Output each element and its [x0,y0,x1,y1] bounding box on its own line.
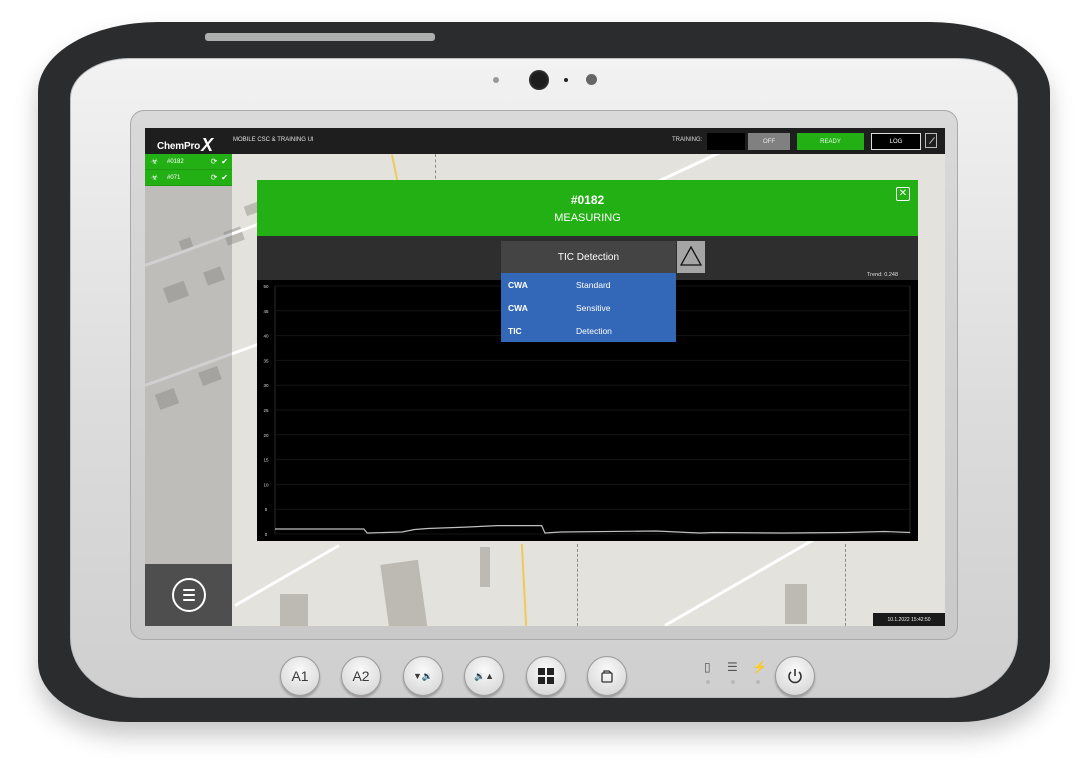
map-main-road [520,544,528,626]
rotation-lock-icon[interactable] [587,656,627,696]
sidebar [145,154,232,626]
menu-panel [145,564,232,626]
option-type: TIC [508,325,522,336]
mode-dropdown: CWA Standard CWA Sensitive TIC Detection [501,273,676,342]
y-tick-label: 25 [263,408,269,413]
power-icon[interactable] [775,656,815,696]
volume-down-icon[interactable]: ▼🔉 [403,656,443,696]
modal-status: MEASURING [554,212,621,224]
training-label: TRAINING: [672,137,703,143]
option-mode: Sensitive [576,302,611,313]
warning-triangle-icon[interactable] [677,241,705,273]
close-icon[interactable]: ✕ [896,187,910,201]
unit-id: #071 [167,174,181,181]
log-button[interactable]: LOG [871,133,921,150]
trend-value: Trend: 0.248 [867,272,898,278]
option-type: CWA [508,302,528,313]
mode-option[interactable]: TIC Detection [501,319,676,342]
battery-led [706,680,710,684]
logo-text: ChemPro [157,141,201,152]
mode-option[interactable]: CWA Standard [501,273,676,296]
volume-up-icon[interactable]: 🔉▲ [464,656,504,696]
modal-body: TIC Detection Trend: 0.248 0 5 10 15 20 25 30 3… [257,236,918,541]
power-status-icon: ⚡ [752,660,767,674]
a2-button[interactable]: A2 [341,656,381,696]
y-tick-label: 35 [263,358,269,363]
tablet-photo: ChemProX MOBILE CSC & TRAINING UI TRAINI… [0,0,1088,770]
trend-line [275,525,911,534]
app-title: MOBILE CSC & TRAINING UI [233,137,314,143]
unit-list: ☣ #0182 ⟳ ✔ ☣ #071 ⟳ ✔ [145,154,232,186]
unit-item[interactable]: ☣ #071 ⟳ ✔ [145,170,232,186]
ready-status-button[interactable]: READY [797,133,864,150]
camera-icon [529,70,549,90]
y-tick-label: 0 [265,532,268,537]
power-led [756,680,760,684]
option-mode: Detection [576,325,612,336]
radiation-icon: ☣ [151,157,159,166]
windows-icon[interactable] [526,656,566,696]
check-icon: ✔ [221,157,228,166]
top-bar: ChemProX MOBILE CSC & TRAINING UI TRAINI… [145,128,945,155]
y-tick-label: 15 [263,458,269,463]
map-building [380,559,428,626]
map-building [480,547,490,587]
y-tick-label: 50 [263,284,269,289]
storage-icon: ☰ [727,660,738,674]
proximity-sensor [586,74,597,85]
option-mode: Standard [576,279,611,290]
mode-option[interactable]: CWA Sensitive [501,296,676,319]
check-icon: ✔ [221,173,228,182]
training-off-button[interactable]: OFF [748,133,790,150]
unit-item[interactable]: ☣ #0182 ⟳ ✔ [145,154,232,170]
modal-unit-id: #0182 [570,193,605,207]
map-building [280,594,308,626]
mode-select[interactable]: TIC Detection [501,241,676,273]
map-path [845,544,846,626]
logo-mark: X [201,135,213,155]
screen: ChemProX MOBILE CSC & TRAINING UI TRAINI… [145,128,945,626]
radiation-icon: ☣ [151,173,159,182]
map-building [785,584,807,624]
y-tick-label: 20 [263,433,269,438]
map-path [577,544,578,626]
y-tick-label: 5 [265,507,268,512]
a1-button[interactable]: A1 [280,656,320,696]
option-type: CWA [508,279,528,290]
training-field[interactable] [707,133,745,150]
link-icon: ⟳ [210,173,218,182]
unit-id: #0182 [167,158,184,165]
y-tick-label: 30 [263,383,269,388]
expand-icon[interactable] [925,133,937,148]
light-sensor [493,77,499,83]
timestamp: 10.1.2022 15:42:50 [873,613,945,626]
y-tick-label: 40 [263,334,269,339]
modal-header: #0182 MEASURING ✕ [257,180,918,236]
app-logo: ChemProX [157,133,213,155]
device-label [205,33,435,41]
y-tick-label: 10 [263,482,269,487]
battery-icon: ▯ [704,660,711,674]
storage-led [731,680,735,684]
camera-led [564,78,568,82]
hamburger-menu-icon[interactable] [172,578,206,612]
link-icon: ⟳ [210,157,218,166]
unit-detail-modal: #0182 MEASURING ✕ TIC Detection Trend: 0… [257,180,918,541]
y-tick-label: 45 [263,309,269,314]
